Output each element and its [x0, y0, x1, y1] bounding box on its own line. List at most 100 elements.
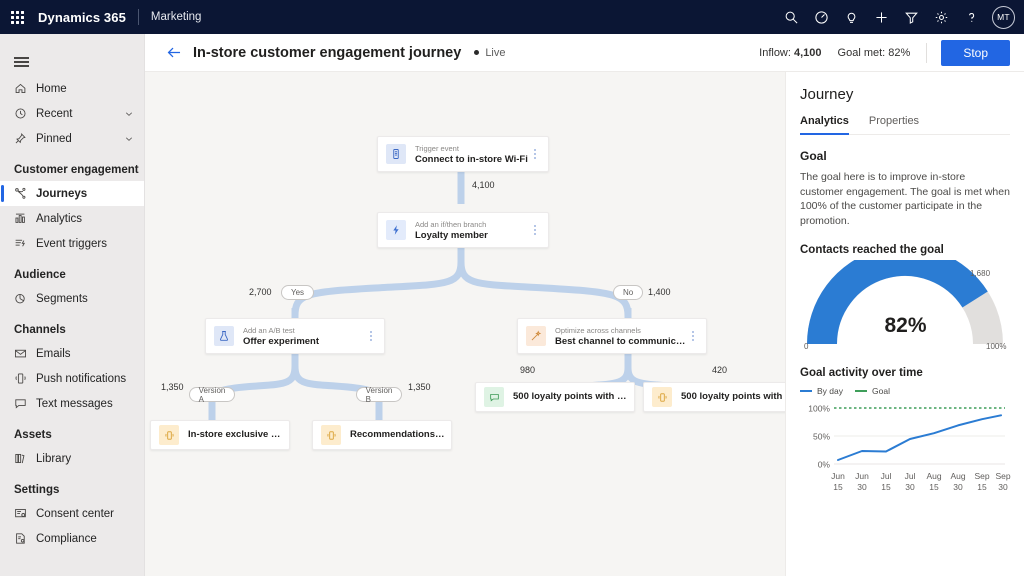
- chevron-down-icon[interactable]: [124, 134, 134, 144]
- legend-item-goal: Goal: [855, 386, 890, 396]
- journey-canvas[interactable]: Trigger event Connect to in-store Wi-Fi …: [145, 72, 785, 576]
- push-icon: [159, 425, 179, 445]
- journey-node-version-b-title: Recommendations just for you: [350, 429, 445, 440]
- ab-pill-version-b: Version B: [356, 386, 402, 404]
- sidebar-item-library[interactable]: Library: [0, 446, 144, 471]
- brand-divider: [137, 9, 139, 25]
- journey-node-branch-menu-icon[interactable]: [528, 225, 542, 235]
- sidebar-item-home-label: Home: [36, 82, 67, 95]
- sidebar-item-pinned-label: Pinned: [36, 132, 72, 145]
- goal-activity-chart-title: Goal activity over time: [800, 367, 923, 379]
- sidebar-item-recent[interactable]: Recent: [0, 101, 144, 126]
- journey-node-branch-subtitle: Add an if/then branch: [415, 219, 487, 229]
- svg-text:Sep: Sep: [995, 471, 1010, 481]
- app-root: Dynamics 365 Marketing MT Home Recent Pi…: [0, 0, 1024, 576]
- journey-node-version-b[interactable]: Recommendations just for you: [312, 420, 452, 450]
- svg-text:30: 30: [857, 482, 867, 492]
- svg-text:30: 30: [953, 482, 963, 492]
- journey-node-ab-test[interactable]: Add an A/B test Offer experiment: [205, 318, 385, 354]
- stop-button[interactable]: Stop: [941, 39, 1010, 66]
- compliance-icon: [14, 532, 36, 545]
- sidebar-item-event-triggers[interactable]: Event triggers: [0, 231, 144, 256]
- page-title: In-store customer engagement journey: [193, 44, 462, 61]
- app-launcher-icon[interactable]: [0, 0, 34, 34]
- journey-node-trigger[interactable]: Trigger event Connect to in-store Wi-Fi: [377, 136, 549, 172]
- sidebar: Home Recent Pinned Customer engagement J…: [0, 34, 145, 576]
- sidebar-item-segments-label: Segments: [36, 292, 88, 305]
- sidebar-item-compliance[interactable]: Compliance: [0, 526, 144, 551]
- status-label: Live: [485, 46, 506, 59]
- flow-count-no: 1,400: [648, 287, 671, 297]
- gear-icon[interactable]: [926, 0, 956, 34]
- top-nav-actions: MT: [776, 0, 1024, 34]
- svg-text:Aug: Aug: [950, 471, 965, 481]
- sidebar-item-emails[interactable]: Emails: [0, 341, 144, 366]
- avatar[interactable]: MT: [992, 5, 1015, 29]
- svg-text:Aug: Aug: [926, 471, 941, 481]
- journey-node-push-right[interactable]: 500 loyalty points with sign-up: [643, 382, 785, 412]
- legend-label-goal: Goal: [872, 386, 890, 396]
- sidebar-item-library-label: Library: [36, 452, 72, 465]
- journey-node-version-a-title: In-store exclusive offer: [188, 429, 283, 440]
- wifi-device-icon: [386, 144, 406, 164]
- add-icon[interactable]: [866, 0, 896, 34]
- chevron-down-icon[interactable]: [124, 109, 134, 119]
- journey-node-sms-title: 500 loyalty points with sign-up: [513, 391, 628, 402]
- journey-node-branch[interactable]: Add an if/then branch Loyalty member: [377, 212, 549, 248]
- legend-label-by-day: By day: [817, 386, 843, 396]
- help-icon[interactable]: [956, 0, 986, 34]
- back-arrow-icon[interactable]: [163, 42, 185, 64]
- sidebar-item-home[interactable]: Home: [0, 76, 144, 101]
- panel-title: Journey: [800, 86, 854, 103]
- flow-count-trigger-to-branch: 4,100: [472, 180, 495, 190]
- svg-text:Jul: Jul: [881, 471, 892, 481]
- goal-met-stat: Goal met: 82%: [838, 47, 911, 59]
- app-name-label[interactable]: Marketing: [151, 11, 202, 23]
- journey-node-trigger-menu-icon[interactable]: [528, 149, 542, 159]
- filter-icon[interactable]: [896, 0, 926, 34]
- journey-node-optimize-text: Optimize across channels Best channel to…: [555, 325, 686, 348]
- goal-description: The goal here is to improve in-store cus…: [800, 171, 1010, 227]
- segments-icon: [14, 292, 36, 305]
- sidebar-group-assets: Assets: [14, 429, 52, 441]
- menu-toggle-icon[interactable]: [0, 40, 44, 76]
- svg-text:15: 15: [977, 482, 987, 492]
- legend-swatch-by-day: [800, 390, 812, 392]
- sidebar-item-segments[interactable]: Segments: [0, 286, 144, 311]
- search-icon[interactable]: [776, 0, 806, 34]
- journey-node-optimize[interactable]: Optimize across channels Best channel to…: [517, 318, 707, 354]
- journey-node-ab-test-menu-icon[interactable]: [364, 331, 378, 341]
- branch-pill-no: No: [613, 285, 644, 300]
- journey-node-version-a[interactable]: In-store exclusive offer: [150, 420, 290, 450]
- brand-label[interactable]: Dynamics 365: [38, 10, 126, 25]
- panel-tabs: Analytics Properties: [800, 115, 1010, 135]
- sidebar-group-channels: Channels: [14, 324, 66, 336]
- sidebar-item-consent-center[interactable]: Consent center: [0, 501, 144, 526]
- journey-node-optimize-menu-icon[interactable]: [686, 331, 700, 341]
- pin-icon: [14, 132, 36, 145]
- tab-analytics[interactable]: Analytics: [800, 115, 849, 135]
- sidebar-item-journeys-label: Journeys: [36, 187, 88, 200]
- journey-node-trigger-title: Connect to in-store Wi-Fi: [415, 153, 528, 165]
- sidebar-item-journeys[interactable]: Journeys: [0, 181, 144, 206]
- svg-text:30: 30: [998, 482, 1008, 492]
- goal-heading: Goal: [800, 149, 827, 163]
- flow-count-sms: 980: [520, 365, 536, 375]
- sidebar-item-emails-label: Emails: [36, 347, 71, 360]
- flow-count-push: 420: [712, 365, 728, 375]
- lightning-icon: [386, 220, 406, 240]
- tab-properties[interactable]: Properties: [869, 115, 919, 134]
- status-badge: Live: [474, 46, 506, 59]
- magic-wand-icon: [526, 326, 546, 346]
- consent-icon: [14, 507, 36, 520]
- insights-icon[interactable]: [806, 0, 836, 34]
- contacts-reached-heading: Contacts reached the goal: [800, 244, 944, 256]
- journey-node-sms[interactable]: 500 loyalty points with sign-up: [475, 382, 635, 412]
- sidebar-item-pinned[interactable]: Pinned: [0, 126, 144, 151]
- sidebar-item-text-messages[interactable]: Text messages: [0, 391, 144, 416]
- lightbulb-icon[interactable]: [836, 0, 866, 34]
- flask-icon: [214, 326, 234, 346]
- sidebar-item-push-notifications[interactable]: Push notifications: [0, 366, 144, 391]
- svg-text:15: 15: [833, 482, 843, 492]
- sidebar-item-analytics[interactable]: Analytics: [0, 206, 144, 231]
